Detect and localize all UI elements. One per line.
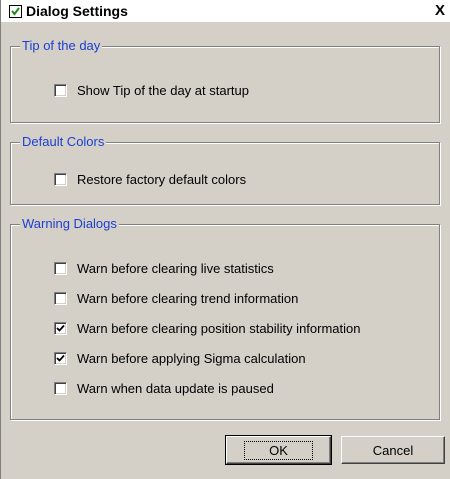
close-icon[interactable]: X — [433, 3, 447, 19]
ok-button-label: OK — [244, 440, 313, 460]
checkbox-label: Warn when data update is paused — [77, 380, 274, 396]
warn-clear-live-statistics-option[interactable]: Warn before clearing live statistics — [54, 260, 274, 276]
ok-button[interactable]: OK — [225, 435, 332, 465]
warn-clear-position-stability-option[interactable]: Warn before clearing position stability … — [54, 320, 361, 336]
group-title-colors: Default Colors — [20, 134, 107, 150]
checkbox-label: Warn before clearing position stability … — [77, 320, 361, 336]
cancel-button[interactable]: Cancel — [341, 436, 445, 464]
checkbox[interactable] — [54, 321, 67, 335]
warn-apply-sigma-option[interactable]: Warn before applying Sigma calculation — [54, 350, 306, 366]
group-warning-dialogs: Warning Dialogs Warn before clearing liv… — [10, 216, 440, 420]
check-mark-icon — [56, 354, 65, 362]
cancel-button-label: Cancel — [372, 442, 414, 458]
title-bar[interactable]: Dialog Settings X — [1, 0, 450, 22]
checkbox-label: Show Tip of the day at startup — [77, 82, 249, 98]
group-title-tip: Tip of the day — [20, 38, 103, 54]
checkbox[interactable] — [54, 83, 67, 97]
checkbox[interactable] — [54, 351, 67, 365]
checkbox-label: Warn before clearing trend information — [77, 290, 299, 306]
restore-default-colors-option[interactable]: Restore factory default colors — [54, 171, 246, 187]
check-mark-icon — [56, 324, 65, 332]
dialog-window: Dialog Settings X Tip of the day Show Ti… — [0, 0, 450, 479]
checkbox-label: Warn before applying Sigma calculation — [77, 350, 306, 366]
checkbox[interactable] — [54, 291, 67, 305]
checkbox[interactable] — [54, 381, 67, 395]
checkbox-label: Warn before clearing live statistics — [77, 260, 274, 276]
checkbox-app-icon — [9, 5, 22, 18]
warn-data-update-paused-option[interactable]: Warn when data update is paused — [54, 380, 274, 396]
checkbox[interactable] — [54, 172, 67, 186]
show-tip-at-startup-option[interactable]: Show Tip of the day at startup — [54, 82, 249, 98]
group-title-warnings: Warning Dialogs — [20, 216, 119, 232]
checkbox[interactable] — [54, 261, 67, 275]
warn-clear-trend-information-option[interactable]: Warn before clearing trend information — [54, 290, 298, 306]
group-tip-of-the-day: Tip of the day Show Tip of the day at st… — [10, 38, 440, 123]
group-default-colors: Default Colors Restore factory default c… — [10, 134, 440, 205]
checkbox-label: Restore factory default colors — [77, 171, 247, 187]
window-title: Dialog Settings — [26, 3, 128, 19]
